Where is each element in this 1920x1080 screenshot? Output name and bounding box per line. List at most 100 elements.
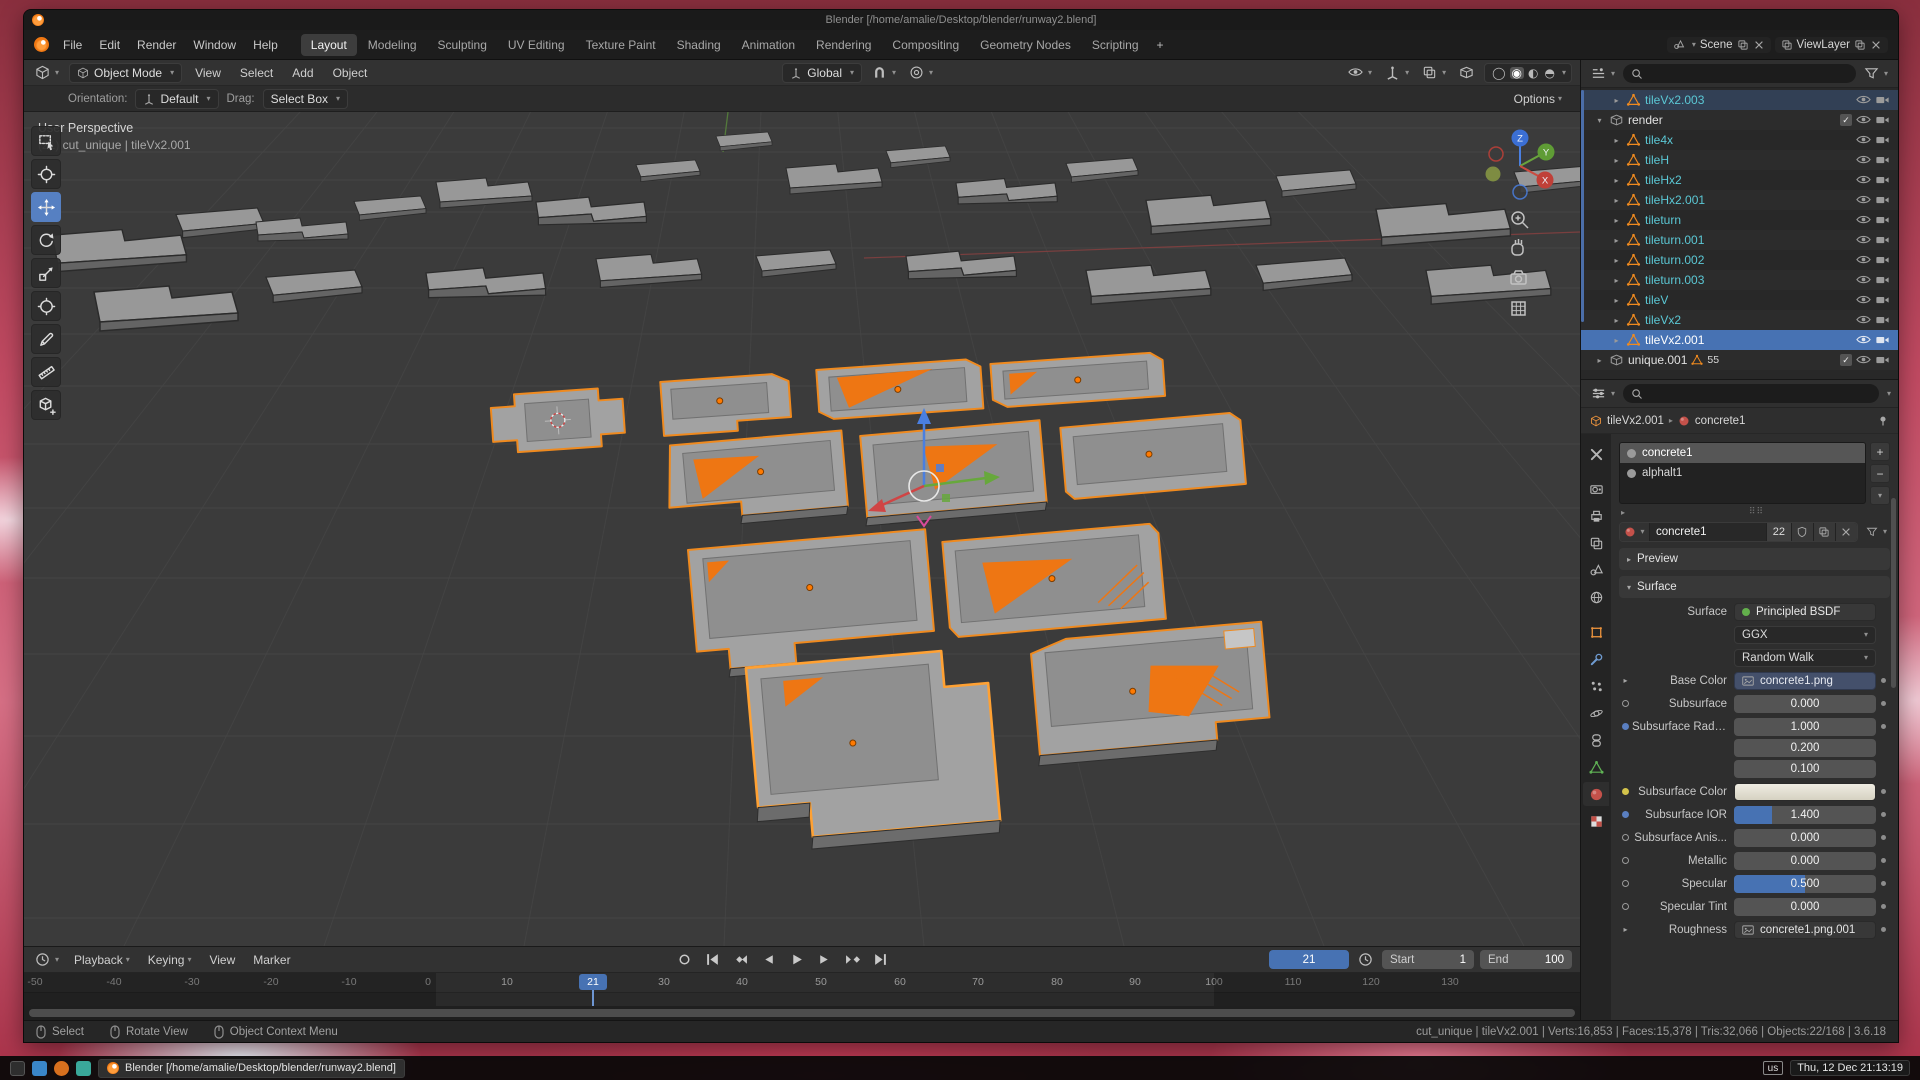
new-scene-icon[interactable] xyxy=(1737,39,1749,51)
tool-measure[interactable] xyxy=(31,357,61,387)
material-slot-active[interactable]: concrete1 xyxy=(1620,443,1865,463)
eye-icon[interactable] xyxy=(1856,293,1871,307)
gizmos-toggle[interactable]: ▾ xyxy=(1382,63,1412,82)
eye-icon[interactable] xyxy=(1856,133,1871,147)
new-material-button[interactable] xyxy=(1813,523,1835,541)
workspace-tab-rendering[interactable]: Rendering xyxy=(806,34,881,56)
blender-menu-icon[interactable] xyxy=(34,37,49,52)
tab-object[interactable] xyxy=(1583,620,1609,644)
add-workspace-button[interactable]: + xyxy=(1150,34,1171,56)
shading-wireframe-button[interactable]: ◯ xyxy=(1490,67,1507,79)
outliner-row[interactable]: ▸tileturn.001 xyxy=(1581,230,1898,250)
radius-value-1[interactable]: 1.000 xyxy=(1734,718,1876,736)
jump-to-start-button[interactable] xyxy=(702,951,724,969)
tab-constraints[interactable] xyxy=(1583,728,1609,752)
workspace-tab-modeling[interactable]: Modeling xyxy=(358,34,427,56)
outliner-row[interactable]: ▸tileturn xyxy=(1581,210,1898,230)
taskbar-icon-terminal[interactable] xyxy=(10,1061,25,1076)
camera-icon[interactable] xyxy=(1875,93,1890,107)
orientation-default-select[interactable]: Default▾ xyxy=(135,89,218,109)
taskbar-icon-files[interactable] xyxy=(32,1061,47,1076)
eye-icon[interactable] xyxy=(1856,153,1871,167)
breadcrumb-object[interactable]: tileVx2.001 xyxy=(1607,415,1664,427)
new-view-layer-icon[interactable] xyxy=(1854,39,1866,51)
shading-rendered-button[interactable]: ◓ xyxy=(1543,67,1557,79)
shading-solid-button[interactable]: ◉ xyxy=(1510,67,1524,79)
keyboard-layout-indicator[interactable]: us xyxy=(1763,1061,1784,1075)
next-keyframe-button[interactable] xyxy=(842,951,864,969)
radius-value-2[interactable]: 0.200 xyxy=(1734,739,1876,757)
menu-add[interactable]: Add xyxy=(286,64,319,82)
outliner-row[interactable]: ▸tileVx2.003 xyxy=(1581,90,1898,110)
viewport-3d[interactable]: Z Y X xyxy=(24,112,1580,946)
collection-checkbox[interactable]: ✓ xyxy=(1840,354,1852,366)
outliner-row[interactable]: ▸tileHx2 xyxy=(1581,170,1898,190)
timeline-ruler-area[interactable]: -50 -40 -30 -20 -10 0 10 20 30 40 50 60 xyxy=(24,973,1580,1006)
taskbar-blender-button[interactable]: Blender [/home/amalie/Desktop/blender/ru… xyxy=(98,1059,405,1078)
outliner-row[interactable]: ▸tile4x xyxy=(1581,130,1898,150)
outliner-row-collection[interactable]: ▾render✓ xyxy=(1581,110,1898,130)
eye-icon[interactable] xyxy=(1856,213,1871,227)
tab-render[interactable] xyxy=(1583,477,1609,501)
tool-rotate[interactable] xyxy=(31,225,61,255)
camera-icon[interactable] xyxy=(1875,253,1890,267)
overlays-toggle[interactable]: ▾ xyxy=(1419,63,1449,82)
eye-icon[interactable] xyxy=(1856,333,1871,347)
tab-modifiers[interactable] xyxy=(1583,647,1609,671)
outliner-row-collection[interactable]: ▸unique.00155✓ xyxy=(1581,350,1898,370)
taskbar-icon-browser[interactable] xyxy=(54,1061,69,1076)
camera-icon[interactable] xyxy=(1875,313,1890,327)
outliner-filter-button[interactable]: ▾ xyxy=(1861,64,1891,83)
outliner-search[interactable] xyxy=(1623,64,1856,83)
menu-view-3d[interactable]: View xyxy=(189,64,227,82)
prev-keyframe-button[interactable] xyxy=(730,951,752,969)
workspace-tab-scripting[interactable]: Scripting xyxy=(1082,34,1149,56)
outliner-search-input[interactable] xyxy=(1648,68,1848,80)
outliner-row-active[interactable]: ▸tileVx2.001 xyxy=(1581,330,1898,350)
editor-type-button[interactable]: ▾ xyxy=(32,63,62,82)
tab-world[interactable] xyxy=(1583,585,1609,609)
add-slot-button[interactable]: + xyxy=(1870,442,1890,461)
fake-user-toggle[interactable] xyxy=(1791,523,1813,541)
eye-icon[interactable] xyxy=(1856,233,1871,247)
timeline-scrollbar[interactable] xyxy=(24,1006,1580,1020)
remove-slot-button[interactable]: − xyxy=(1870,464,1890,483)
xray-toggle[interactable] xyxy=(1456,63,1477,82)
metallic-slider[interactable]: 0.000 xyxy=(1734,852,1876,870)
eye-icon[interactable] xyxy=(1856,313,1871,327)
pin-icon[interactable] xyxy=(1877,415,1889,427)
expand-arrow[interactable]: ▸ xyxy=(1619,676,1632,685)
outliner-row[interactable]: ▸tileturn.003 xyxy=(1581,270,1898,290)
current-frame-field[interactable]: 21 xyxy=(1269,950,1349,969)
tab-physics[interactable] xyxy=(1583,701,1609,725)
tool-cursor[interactable] xyxy=(31,159,61,189)
playhead-frame-badge[interactable]: 21 xyxy=(579,974,607,990)
properties-search-input[interactable] xyxy=(1648,388,1871,400)
tool-move[interactable] xyxy=(31,192,61,222)
menu-playback[interactable]: Playback▾ xyxy=(68,951,136,969)
use-preview-range-toggle[interactable] xyxy=(1355,950,1376,969)
outliner-scrollbar[interactable] xyxy=(1581,90,1584,322)
eye-icon[interactable] xyxy=(1856,113,1871,127)
menu-file[interactable]: File xyxy=(55,35,90,55)
menu-window[interactable]: Window xyxy=(185,35,244,55)
visibility-dropdown[interactable]: ▾ xyxy=(1345,63,1375,82)
view-layer-selector[interactable]: ViewLayer xyxy=(1775,37,1889,53)
auto-keying-toggle[interactable] xyxy=(674,951,696,969)
workspace-tab-animation[interactable]: Animation xyxy=(732,34,805,56)
prev-frame-button[interactable] xyxy=(758,951,780,969)
outliner-row[interactable]: ▸tileH xyxy=(1581,150,1898,170)
specular-slider[interactable]: 0.500 xyxy=(1734,875,1876,893)
distribution-select[interactable]: GGX▾ xyxy=(1734,626,1876,644)
camera-icon[interactable] xyxy=(1875,113,1890,127)
menu-help[interactable]: Help xyxy=(245,35,286,55)
outliner-row[interactable]: ▸tileHx2.001 xyxy=(1581,190,1898,210)
ior-slider[interactable]: 1.400 xyxy=(1734,806,1876,824)
tab-material[interactable] xyxy=(1583,782,1609,806)
menu-marker[interactable]: Marker xyxy=(247,951,296,969)
tool-select-box[interactable] xyxy=(31,126,61,156)
camera-icon[interactable] xyxy=(1875,133,1890,147)
camera-icon[interactable] xyxy=(1875,293,1890,307)
material-slot[interactable]: alphalt1 xyxy=(1620,463,1865,483)
scene-selector[interactable]: ▾ Scene xyxy=(1667,37,1771,53)
